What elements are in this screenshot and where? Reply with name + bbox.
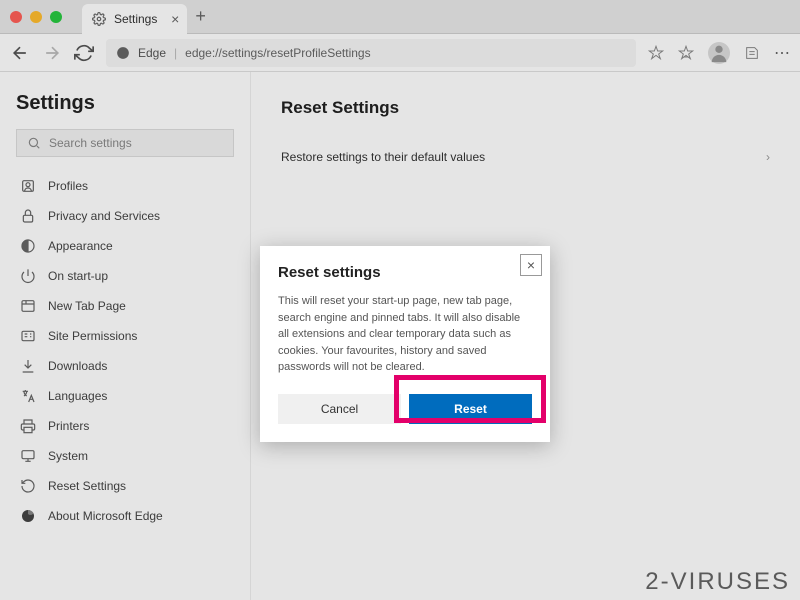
reset-button[interactable]: Reset (409, 394, 532, 424)
dialog-body: This will reset your start-up page, new … (278, 293, 532, 376)
reset-settings-dialog: × Reset settings This will reset your st… (260, 246, 550, 442)
dialog-close-button[interactable]: × (520, 254, 542, 276)
watermark: 2-VIRUSES (645, 568, 790, 596)
dialog-title: Reset settings (278, 264, 532, 281)
dialog-buttons: Cancel Reset (278, 394, 532, 424)
cancel-button[interactable]: Cancel (278, 394, 401, 424)
